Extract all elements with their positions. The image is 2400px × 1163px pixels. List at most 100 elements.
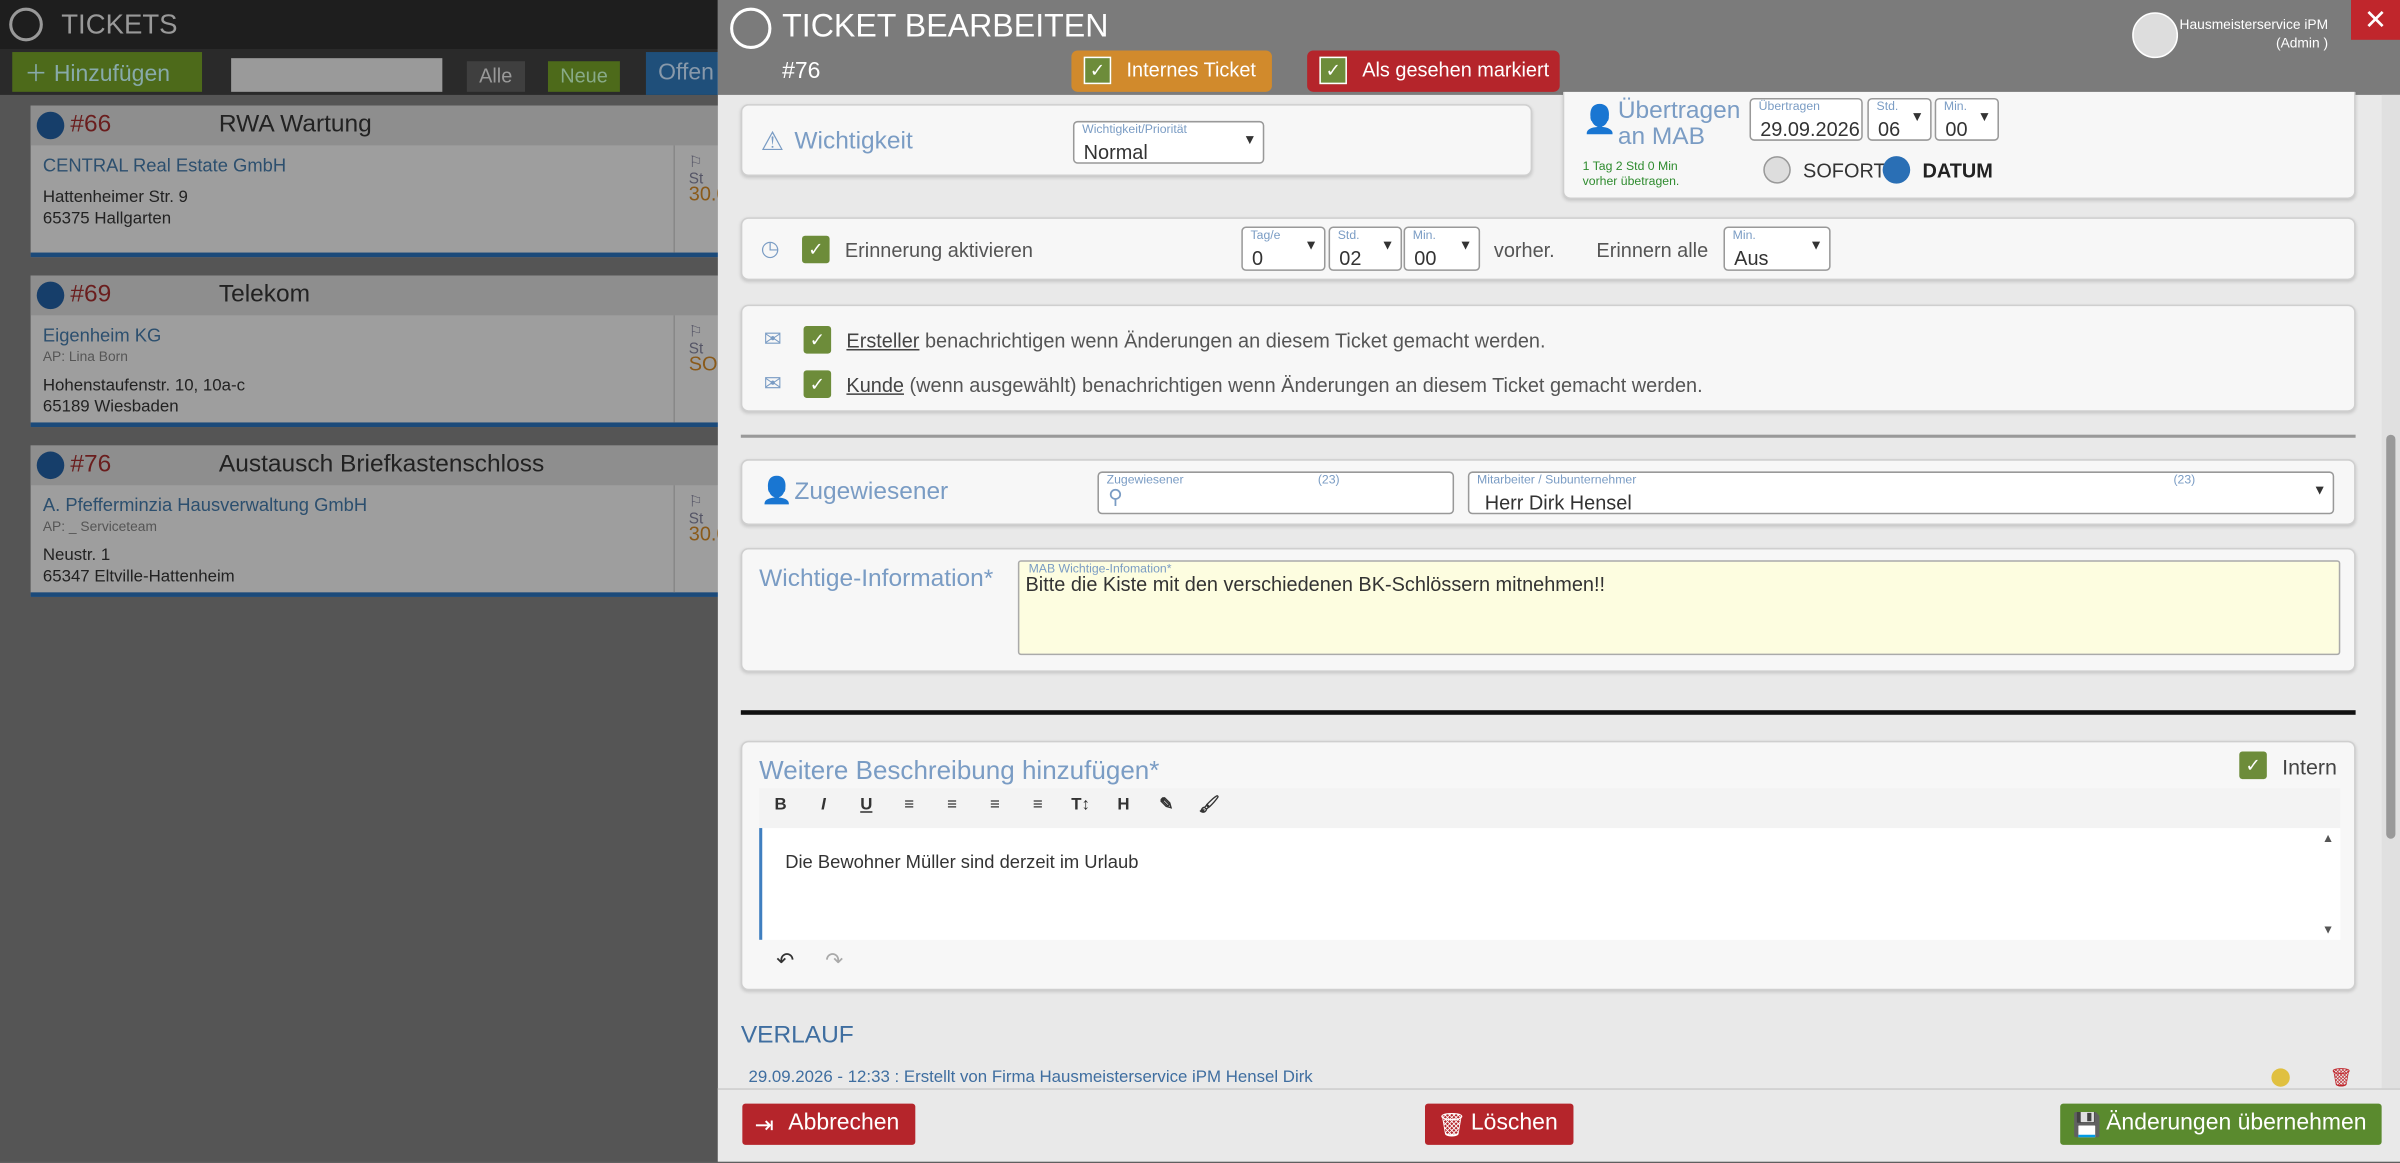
justify-button[interactable]: ≡ <box>1016 788 1059 822</box>
ticket-city: 65347 Eltville-Hattenheim <box>42 567 235 587</box>
app-logo-icon <box>730 7 772 49</box>
checkmark-icon: ✓ <box>1319 56 1347 85</box>
staff-select[interactable]: Mitarbeiter / Subunternehmer (23) Herr Dir… <box>1467 471 2335 515</box>
reminder-mins-caption: Min. <box>1412 228 1436 242</box>
transfer-panel: 👤 Übertragen an MAB Übertragen 29.09.2026… <box>1562 91 2356 199</box>
avatar[interactable] <box>2132 12 2179 59</box>
cancel-button[interactable]: ⇥ Abbrechen <box>742 1103 915 1145</box>
ticket-city: 65375 Hallgarten <box>42 209 172 229</box>
radio-now-label: SOFORT <box>1803 159 1886 183</box>
ticket-status-dot <box>36 451 65 480</box>
ticket-card[interactable]: #66 RWA Wartung CENTRAL Real Estate GmbH H… <box>30 105 728 258</box>
modal-scrollbar[interactable] <box>2381 94 2400 1089</box>
transfer-hour-value: 06 <box>1878 117 1901 141</box>
pen-icon[interactable]: ✎ <box>1145 788 1188 822</box>
radio-date[interactable] <box>1882 156 1911 184</box>
important-info-textarea[interactable]: MAB Wichtige-Infomation* Bitte die Kiste… <box>1017 560 2341 656</box>
ticket-card[interactable]: #76 Austausch Briefkastenschloss A. Pfeff… <box>30 445 728 597</box>
important-info-panel: Wichtige-Information* MAB Wichtige-Infom… <box>740 547 2356 672</box>
ticket-status-dot <box>36 111 65 140</box>
intern-checkbox[interactable]: ✓ <box>2239 751 2267 780</box>
priority-caption: Wichtigkeit/Priorität <box>1082 122 1187 137</box>
underline-button[interactable]: U <box>845 788 888 822</box>
ticket-number: #76 <box>782 58 821 85</box>
undo-icon[interactable]: ↶ <box>764 943 807 977</box>
creator-link[interactable]: Ersteller <box>846 329 919 352</box>
ticket-title: Telekom <box>218 281 311 308</box>
scrollbar-thumb[interactable] <box>2386 434 2396 839</box>
close-icon: ✕ <box>2363 4 2388 36</box>
transfer-date-input[interactable]: Übertragen 29.09.2026 <box>1749 97 1863 141</box>
divider <box>740 434 2356 438</box>
font-size-button[interactable]: T↕ <box>1059 788 1102 822</box>
bold-button[interactable]: B <box>759 788 802 822</box>
history-entry: 29.09.2026 - 12:33 : Erstellt von Firma … <box>748 1068 1313 1087</box>
modal-footer: ⇥ Abbrechen 🗑 Löschen 💾 Änderungen übernehm… <box>717 1088 2400 1162</box>
save-icon: 💾 <box>2072 1112 2102 1139</box>
ticket-company[interactable]: CENTRAL Real Estate GmbH <box>43 155 286 176</box>
ticket-contact: AP: Lina Born <box>42 348 128 365</box>
scroll-up-icon[interactable]: ▲ <box>2322 831 2334 845</box>
reminder-checkbox[interactable]: ✓ <box>802 235 830 264</box>
chevron-down-icon: ▼ <box>1458 237 1473 253</box>
tickets-search-input[interactable] <box>231 58 443 92</box>
transfer-hour-select[interactable]: Std. 06 ▼ <box>1867 97 1932 141</box>
ticket-card[interactable]: #69 Telekom Eigenheim KG AP: Lina Born Hohe… <box>30 275 730 428</box>
add-ticket-button[interactable]: ＋ Hinzufügen <box>12 52 203 92</box>
trash-icon[interactable]: 🗑 <box>2330 1067 2353 1088</box>
scroll-down-icon[interactable]: ▼ <box>2322 923 2334 937</box>
ticket-company[interactable]: A. Pfefferminzia Hausverwaltung GmbH <box>43 494 367 515</box>
user-role: (Admin ) <box>2275 35 2329 51</box>
transfer-min-select[interactable]: Min. 00 ▼ <box>1934 97 1999 141</box>
editor-toolbar: B I U ≡ ≡ ≡ ≡ T↕ H ✎ 🖌 <box>759 788 2341 829</box>
assigned-search-count: (23) <box>1317 472 1340 487</box>
priority-select[interactable]: Wichtigkeit/Priorität Normal ▼ <box>1072 120 1265 164</box>
internal-ticket-label: Internes Ticket <box>1126 58 1256 82</box>
seen-marked-toggle[interactable]: ✓ Als gesehen markiert <box>1307 50 1560 92</box>
chevron-down-icon: ▼ <box>1242 131 1257 147</box>
info-icon[interactable] <box>2271 1068 2290 1087</box>
align-left-button[interactable]: ≡ <box>888 788 931 822</box>
ticket-company[interactable]: Eigenheim KG <box>43 324 161 345</box>
filter-new[interactable]: Neue <box>547 61 621 92</box>
reminder-hours-select[interactable]: Std. 02 ▼ <box>1328 226 1403 271</box>
filter-all[interactable]: Alle <box>466 61 525 92</box>
notify-creator-checkbox[interactable]: ✓ <box>803 326 832 354</box>
section-divider <box>740 710 2356 715</box>
redo-icon[interactable]: ↷ <box>813 943 856 977</box>
assigned-label: Zugewiesener <box>794 479 949 506</box>
reminder-days-caption: Tag/e <box>1250 228 1281 242</box>
chevron-down-icon: ▼ <box>1304 237 1318 253</box>
clock-icon: ◷ <box>760 235 780 261</box>
italic-button[interactable]: I <box>802 788 845 822</box>
internal-ticket-toggle[interactable]: ✓ Internes Ticket <box>1071 50 1272 92</box>
filter-open[interactable]: Offen <box>645 52 727 95</box>
radio-now[interactable] <box>1763 156 1791 184</box>
notify-customer-checkbox[interactable]: ✓ <box>803 370 832 398</box>
trash-icon: 🗑 <box>1437 1112 1467 1139</box>
delete-button[interactable]: 🗑 Löschen <box>1424 1103 1574 1145</box>
brush-icon[interactable]: 🖌 <box>1188 788 1231 822</box>
mail-icon: ✉ <box>763 370 782 395</box>
reminder-days-select[interactable]: Tag/e 0 ▼ <box>1241 226 1326 271</box>
reminder-mins-select[interactable]: Min. 00 ▼ <box>1403 226 1481 271</box>
notify-customer-text: (wenn ausgewählt) benachrichtigen wenn Ä… <box>909 373 1703 397</box>
close-button[interactable]: ✕ <box>2351 0 2400 40</box>
assigned-search-input[interactable]: Zugewiesener (23) ⚲ <box>1097 471 1455 515</box>
align-right-button[interactable]: ≡ <box>973 788 1016 822</box>
reminder-every-select[interactable]: Min. Aus ▼ <box>1723 226 1831 271</box>
exit-icon: ⇥ <box>754 1112 774 1139</box>
align-center-button[interactable]: ≡ <box>931 788 974 822</box>
notify-panel: ✉ ✓ Ersteller benachrichtigen wenn Änder… <box>740 304 2356 412</box>
chevron-down-icon: ▼ <box>1910 108 1924 124</box>
heading-button[interactable]: H <box>1102 788 1145 822</box>
transfer-min-caption: Min. <box>1943 99 1968 114</box>
description-editor[interactable]: Die Bewohner Müller sind derzeit im Urla… <box>759 828 2341 940</box>
tickets-actionbar: ＋ Hinzufügen Alle Neue Offen <box>0 48 727 95</box>
chevron-down-icon: ▼ <box>1977 108 1992 124</box>
search-icon: ⚲ <box>1108 485 1123 509</box>
reminder-every-caption: Min. <box>1732 228 1756 242</box>
modal-header: TICKET BEARBEITEN #76 ✓ Internes Ticket ✓… <box>717 0 2400 95</box>
apply-button[interactable]: 💾 Änderungen übernehmen <box>2060 1103 2382 1145</box>
customer-link[interactable]: Kunde <box>846 373 904 396</box>
